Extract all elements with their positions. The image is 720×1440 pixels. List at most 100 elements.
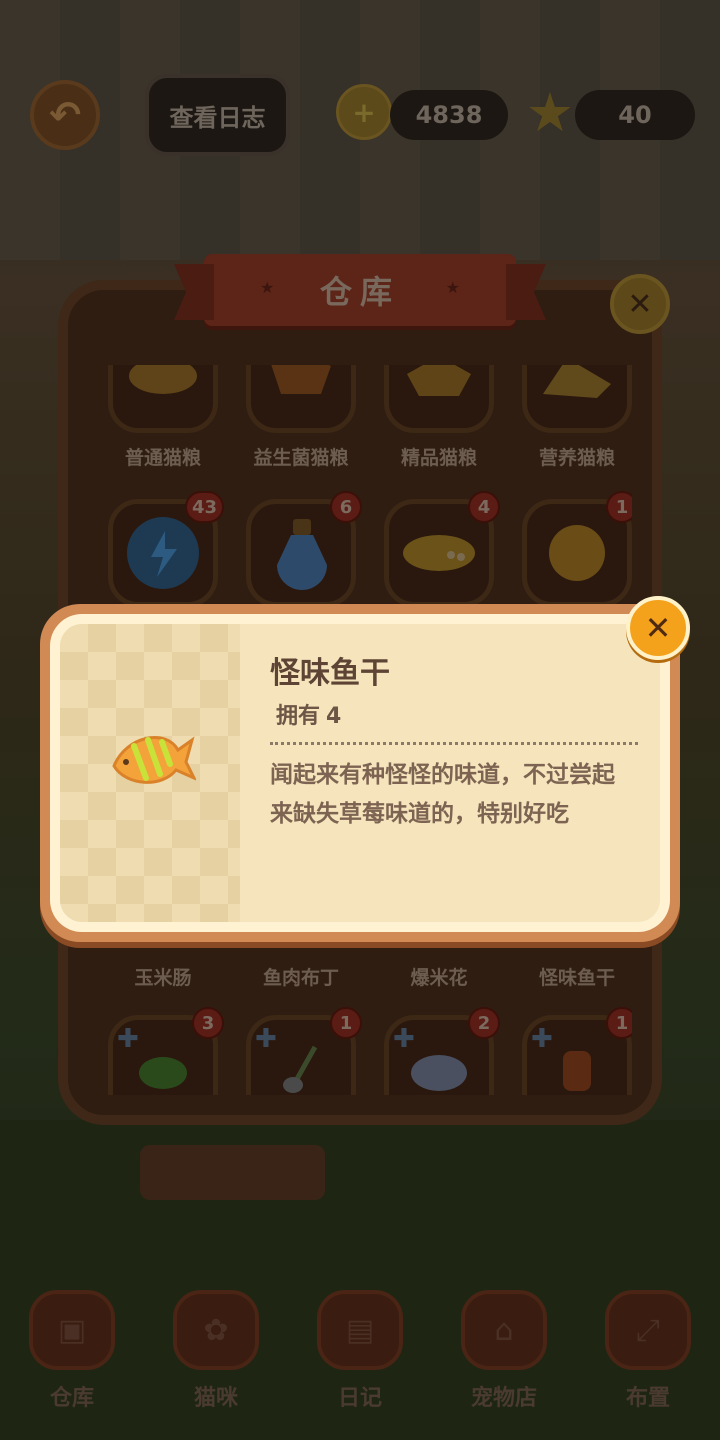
- warehouse-title: 仓库: [319, 273, 400, 311]
- item-slot[interactable]: 1: [522, 491, 632, 607]
- item-count-badge: 4: [468, 491, 500, 523]
- star-icon: ★: [525, 81, 575, 144]
- owned-label: 拥有: [276, 704, 321, 729]
- puzzle-piece-icon: ✚: [393, 1024, 415, 1054]
- nav-label: 布置: [625, 1386, 670, 1411]
- star-value: 40: [618, 101, 652, 129]
- popup-body: 怪味鱼干 拥有 4 闻起来有种怪怪的味道，不过尝起来缺失草莓味道的，特别好吃: [60, 624, 660, 922]
- nav-diary[interactable]: ▤ 日记: [305, 1290, 415, 1420]
- leaf-icon: [139, 1057, 187, 1089]
- item-count-badge: 1: [606, 491, 632, 523]
- item-count-badge: 6: [330, 491, 362, 523]
- shop-icon: ⌂: [461, 1290, 547, 1370]
- view-log-button[interactable]: 查看日志: [145, 74, 290, 156]
- top-bar: ↶ 查看日志 + 4838 ★ 40: [0, 60, 720, 170]
- jar-icon: [563, 1051, 591, 1091]
- view-log-label: 查看日志: [169, 103, 266, 132]
- item-cell: [246, 365, 356, 433]
- dotted-divider: [270, 742, 638, 745]
- item-name: 普通猫粮: [124, 447, 201, 469]
- item-name: 鱼肉布丁: [262, 967, 339, 989]
- item-name: 玉米肠: [134, 967, 192, 989]
- item-slot[interactable]: 43: [108, 491, 224, 607]
- cat-food-icon: [129, 365, 197, 394]
- box-icon: ▣: [29, 1290, 115, 1370]
- spoon-icon: [283, 1045, 318, 1093]
- item-slot[interactable]: 爆米花: [384, 953, 494, 990]
- item-name: 益生菌猫粮: [253, 447, 349, 469]
- nav-label: 日记: [337, 1386, 382, 1411]
- item-slot[interactable]: 怪味鱼干: [522, 953, 632, 990]
- item-count-badge: 3: [192, 1007, 224, 1039]
- item-row-4: ✚ 3 ✚ 1 ✚ 2 ✚ 1: [108, 1007, 632, 1095]
- item-cell: [522, 365, 632, 433]
- coin-value: 4838: [415, 101, 483, 129]
- nav-pet-shop[interactable]: ⌂ 宠物店: [449, 1290, 559, 1420]
- item-title: 怪味鱼干: [270, 656, 390, 691]
- corn-sausage-icon: [403, 535, 475, 571]
- item-name: 怪味鱼干: [538, 967, 615, 989]
- nav-decorate[interactable]: ⤢ 布置: [593, 1290, 703, 1420]
- item-slot[interactable]: ✚ 3: [108, 1007, 224, 1095]
- cat-bowl-icon: [411, 1055, 467, 1091]
- item-row-1: 普通猫粮 益生菌猫粮 精品猫粮 营养猫粮: [108, 365, 632, 470]
- item-row-3: 玉米肠 鱼肉布丁 爆米花 怪味鱼干: [108, 953, 632, 990]
- item-count-badge: 1: [606, 1007, 632, 1039]
- item-cell: [384, 365, 494, 433]
- nav-label: 猫咪: [193, 1386, 238, 1411]
- item-slot[interactable]: ✚ 2: [384, 1007, 500, 1095]
- popup-frame: 怪味鱼干 拥有 4 闻起来有种怪怪的味道，不过尝起来缺失草莓味道的，特别好吃: [50, 614, 670, 932]
- item-name: 精品猫粮: [400, 447, 477, 469]
- puzzle-piece-icon: ✚: [255, 1024, 277, 1054]
- owned-count: 4: [326, 704, 342, 729]
- popup-close-button[interactable]: ✕: [626, 596, 690, 660]
- coin-counter: 4838: [390, 90, 508, 140]
- item-name: 爆米花: [410, 967, 468, 989]
- nav-cats[interactable]: ✿ 猫咪: [161, 1290, 271, 1420]
- item-description: 闻起来有种怪怪的味道，不过尝起来缺失草莓味道的，特别好吃: [270, 762, 615, 827]
- item-slot[interactable]: 益生菌猫粮: [246, 365, 356, 470]
- diary-icon: ▤: [317, 1290, 403, 1370]
- nav-warehouse[interactable]: ▣ 仓库: [17, 1290, 127, 1420]
- item-slot[interactable]: 6: [246, 491, 362, 607]
- probiotic-food-icon: [271, 365, 331, 394]
- premium-food-icon: [407, 365, 471, 396]
- item-name: 营养猫粮: [538, 447, 615, 469]
- item-slot[interactable]: ✚ 1: [522, 1007, 632, 1095]
- close-icon: ✕: [644, 609, 672, 647]
- item-slot[interactable]: 玉米肠: [108, 953, 218, 990]
- potion-bottle-icon: [277, 519, 327, 590]
- nav-label: 仓库: [49, 1386, 94, 1411]
- item-preview-area: [60, 624, 240, 922]
- item-slot[interactable]: 鱼肉布丁: [246, 953, 356, 990]
- warehouse-title-ribbon: ★ 仓库 ★: [204, 254, 516, 326]
- item-slot[interactable]: 4: [384, 491, 500, 607]
- item-count-badge: 43: [184, 491, 224, 523]
- item-slot[interactable]: 精品猫粮: [384, 365, 494, 470]
- star-icon: ★: [445, 278, 460, 297]
- item-count-badge: 2: [468, 1007, 500, 1039]
- item-slot[interactable]: 普通猫粮: [108, 365, 218, 470]
- star-icon: ★: [260, 278, 275, 297]
- expand-icon: ⤢: [605, 1290, 691, 1370]
- puzzle-piece-icon: ✚: [117, 1024, 139, 1054]
- coin-icon[interactable]: +: [336, 84, 392, 140]
- item-row-2: 43 6 4 1: [108, 491, 632, 607]
- item-slot[interactable]: ✚ 1: [246, 1007, 362, 1095]
- lightning-orb-icon: [127, 517, 199, 589]
- nutrition-food-icon: [543, 365, 611, 398]
- food-bowls: [140, 1145, 325, 1200]
- item-slot[interactable]: 营养猫粮: [522, 365, 632, 470]
- puzzle-piece-icon: ✚: [531, 1024, 553, 1054]
- warehouse-close-button[interactable]: ✕: [610, 274, 670, 334]
- food-ball-icon: [549, 525, 605, 581]
- star-counter: 40: [575, 90, 695, 140]
- nav-label: 宠物店: [470, 1386, 537, 1411]
- back-button[interactable]: ↶: [30, 80, 100, 150]
- item-count-badge: 1: [330, 1007, 362, 1039]
- close-icon: ✕: [627, 286, 653, 322]
- back-arrow-icon: ↶: [49, 93, 81, 137]
- fish-snack-icon: [112, 735, 196, 784]
- paw-icon: ✿: [173, 1290, 259, 1370]
- bottom-navigation: ▣ 仓库 ✿ 猫咪 ▤ 日记 ⌂ 宠物店 ⤢ 布置: [0, 1290, 720, 1420]
